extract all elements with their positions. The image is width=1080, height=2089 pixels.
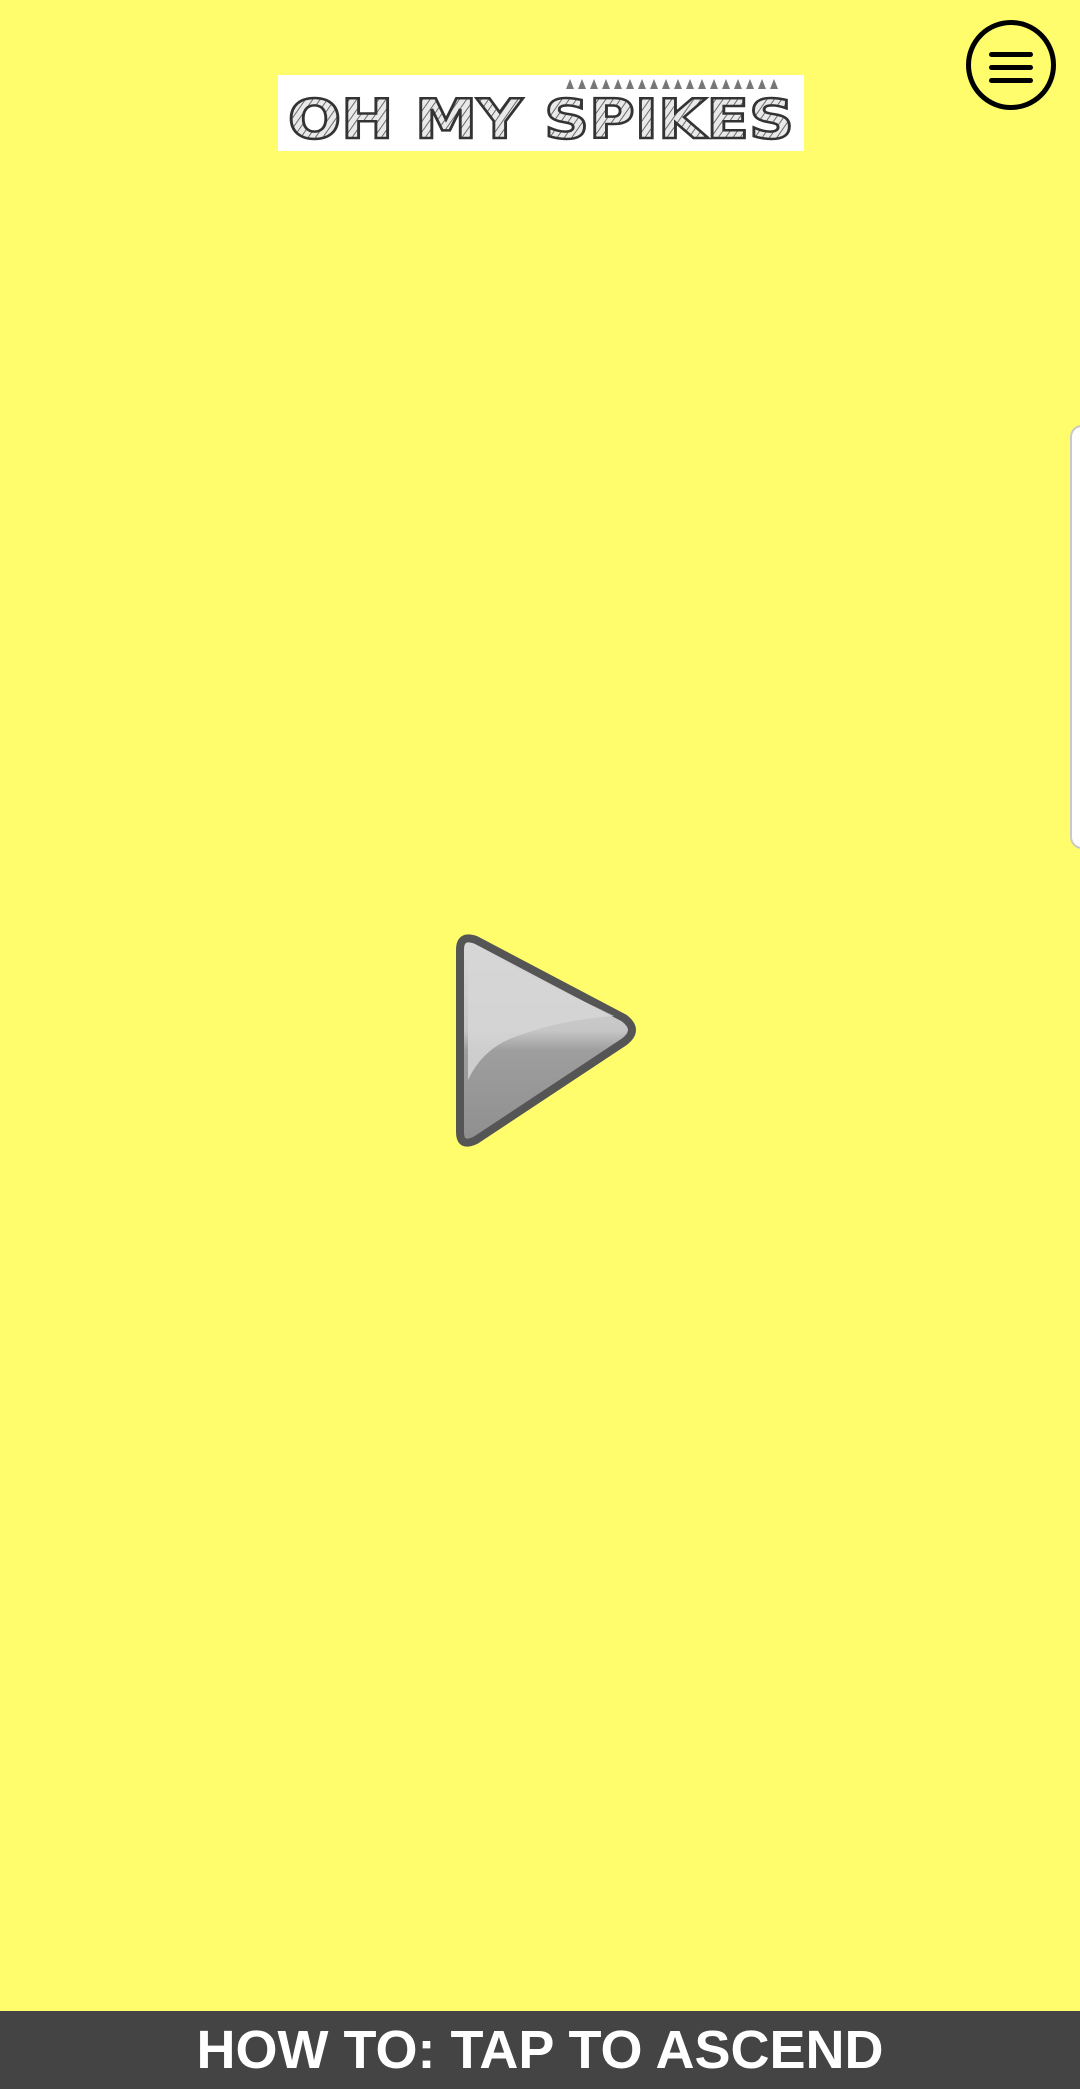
instruction-text: HOW TO: TAP TO ASCEND xyxy=(196,2020,884,2080)
hamburger-menu-icon-bar xyxy=(989,78,1033,83)
game-logo: OH MY SPIKES xyxy=(278,75,804,151)
hamburger-menu-icon-bar xyxy=(989,65,1033,70)
play-icon xyxy=(456,934,636,1147)
menu-button[interactable] xyxy=(966,20,1056,110)
edge-panel-handle[interactable] xyxy=(1070,425,1080,849)
instruction-bar: HOW TO: TAP TO ASCEND xyxy=(0,2011,1080,2089)
play-button[interactable] xyxy=(438,930,644,1155)
game-title: OH MY SPIKES xyxy=(288,88,794,151)
logo-artwork: OH MY SPIKES xyxy=(287,79,795,151)
hamburger-menu-icon xyxy=(989,52,1033,57)
game-screen[interactable]: OH MY SPIKES HOW TO: TAP TO ASCEND xyxy=(0,0,1080,2089)
